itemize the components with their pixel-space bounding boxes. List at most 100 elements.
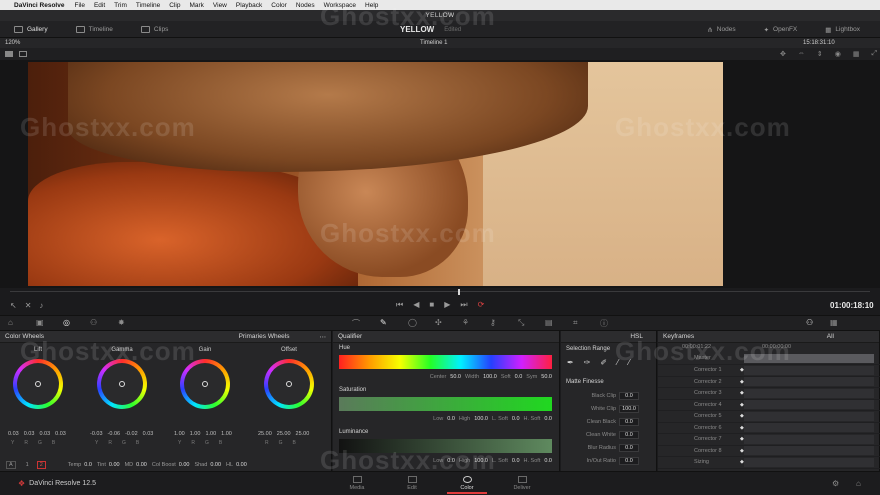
sat-low-value[interactable]: 0.0 xyxy=(447,416,455,422)
offset-b-value[interactable]: 25.00 xyxy=(296,431,310,437)
timeline-name[interactable]: Timeline 1 xyxy=(420,40,447,46)
keyframe-row-corrector-7[interactable]: Corrector 7 ◆ xyxy=(658,434,880,446)
sizing-icon[interactable]: ⤡ xyxy=(518,318,524,328)
gallery-button[interactable]: Gallery xyxy=(0,25,62,33)
menu-mark[interactable]: Mark xyxy=(189,2,203,9)
keyframe-row-corrector-1[interactable]: Corrector 1 ◆ xyxy=(658,365,880,377)
gain-r-value[interactable]: 1.00 xyxy=(190,431,201,437)
viewer-mode-icon[interactable] xyxy=(5,51,13,57)
black-clip-value[interactable]: 0.0 xyxy=(619,392,639,400)
offset-ring[interactable] xyxy=(264,359,314,409)
stop-icon[interactable]: ■ xyxy=(429,300,434,310)
lum-lsoft-value[interactable]: 0.0 xyxy=(512,458,520,464)
feather-plus-icon[interactable]: ⁄ xyxy=(628,358,629,367)
lift-b-value[interactable]: 0.03 xyxy=(55,431,66,437)
temp-value[interactable]: 0.0 xyxy=(84,462,92,468)
page-tab-color[interactable]: Color xyxy=(447,476,487,494)
hue-soft-value[interactable]: 0.0 xyxy=(515,374,523,380)
keyframe-track[interactable] xyxy=(744,411,874,421)
sat-hsoft-value[interactable]: 0.0 xyxy=(544,416,552,422)
clean-white-value[interactable]: 0.0 xyxy=(619,431,639,439)
lift-wheel[interactable]: Lift xyxy=(8,347,68,409)
sat-lsoft-value[interactable]: 0.0 xyxy=(512,416,520,422)
window-icon[interactable]: ◯ xyxy=(408,318,417,327)
gain-wheel[interactable]: Gain xyxy=(175,347,235,409)
menu-color[interactable]: Color xyxy=(271,2,287,9)
gamma-y-value[interactable]: -0.03 xyxy=(90,431,103,437)
tab-1[interactable]: 1 xyxy=(26,462,29,468)
qualifier-mode-select[interactable]: HSL xyxy=(630,333,643,340)
camera-raw-icon[interactable]: ⌂ xyxy=(8,318,13,327)
lift-ring[interactable] xyxy=(13,359,63,409)
saturation-bar[interactable] xyxy=(339,397,552,411)
tab-a[interactable]: A xyxy=(6,460,16,469)
info-icon[interactable]: ⓘ xyxy=(600,318,608,329)
gamma-r-value[interactable]: -0.06 xyxy=(108,431,121,437)
menu-help[interactable]: Help xyxy=(365,2,378,9)
scope-icon[interactable]: ⌗ xyxy=(573,318,578,328)
play-icon[interactable]: ▶ xyxy=(444,300,450,310)
gain-puck[interactable] xyxy=(202,381,208,387)
keyframe-track[interactable] xyxy=(744,400,874,410)
tint-value[interactable]: 0.00 xyxy=(109,462,120,468)
reverse-icon[interactable]: ◀ xyxy=(413,300,419,310)
hue-sym-value[interactable]: 50.0 xyxy=(541,374,552,380)
wheels-mode-select[interactable]: Primaries Wheels xyxy=(239,333,290,340)
hue-bar[interactable] xyxy=(339,355,552,369)
gain-g-value[interactable]: 1.00 xyxy=(205,431,216,437)
flip-icon[interactable]: ⇔ xyxy=(798,50,805,58)
hue-width-value[interactable]: 100.0 xyxy=(483,374,497,380)
fullscreen-icon[interactable]: ⤢ xyxy=(871,50,877,58)
page-tab-media[interactable]: Media xyxy=(337,476,377,491)
lum-hsoft-value[interactable]: 0.0 xyxy=(544,458,552,464)
gamma-g-value[interactable]: -0.02 xyxy=(125,431,138,437)
menu-clip[interactable]: Clip xyxy=(169,2,180,9)
gain-b-value[interactable]: 1.00 xyxy=(221,431,232,437)
luminance-bar[interactable] xyxy=(339,439,552,453)
loop-icon[interactable]: ⟳ xyxy=(478,300,485,310)
feather-minus-icon[interactable]: ⁄ xyxy=(617,358,618,367)
keyframes-filter-select[interactable]: All xyxy=(827,333,834,340)
shad-value[interactable]: 0.00 xyxy=(210,462,221,468)
keyframe-track[interactable] xyxy=(744,353,874,363)
openfx-button[interactable]: ✦ OpenFX xyxy=(750,26,812,34)
menu-timeline[interactable]: Timeline xyxy=(136,2,160,9)
scopes-icon[interactable]: ▦ xyxy=(830,318,838,327)
menu-nodes[interactable]: Nodes xyxy=(296,2,315,9)
in-out-ratio-value[interactable]: 0.0 xyxy=(619,457,639,465)
keyframes-icon[interactable]: ⚇ xyxy=(806,318,813,327)
picker-icon[interactable]: ✒ xyxy=(567,358,574,367)
lightbox-button[interactable]: ▦ Lightbox xyxy=(811,26,874,34)
zoom-level[interactable]: 120% xyxy=(5,40,20,46)
3d-icon[interactable]: ▤ xyxy=(545,318,553,327)
keyframe-row-sizing[interactable]: Sizing ◆ xyxy=(658,457,880,469)
clean-black-value[interactable]: 0.0 xyxy=(619,418,639,426)
menu-workspace[interactable]: Workspace xyxy=(324,2,356,9)
transform-icon[interactable]: ✥ xyxy=(780,50,786,58)
offset-puck[interactable] xyxy=(286,381,292,387)
menu-trim[interactable]: Trim xyxy=(114,2,127,9)
nodes-button[interactable]: ⋔ Nodes xyxy=(693,26,749,34)
hue-center-value[interactable]: 50.0 xyxy=(450,374,461,380)
home-icon[interactable]: ⌂ xyxy=(856,479,861,488)
jump-start-icon[interactable]: ⏮ xyxy=(396,300,403,310)
wheels-menu-icon[interactable]: ⋯ xyxy=(320,333,327,341)
keyframe-track[interactable] xyxy=(744,446,874,456)
gamma-ring[interactable] xyxy=(97,359,147,409)
keyframe-track[interactable] xyxy=(744,377,874,387)
flip-vertical-icon[interactable]: ⇕ xyxy=(817,50,823,58)
jump-end-icon[interactable]: ⏭ xyxy=(460,300,467,310)
key-icon[interactable]: ⚷ xyxy=(490,318,496,327)
gamma-wheel[interactable]: Gamma xyxy=(92,347,152,409)
gamma-b-value[interactable]: 0.03 xyxy=(143,431,154,437)
colboost-value[interactable]: 0.00 xyxy=(179,462,190,468)
curves-icon[interactable]: ⌒ xyxy=(352,318,360,329)
lift-y-value[interactable]: 0.03 xyxy=(8,431,19,437)
split-icon[interactable] xyxy=(19,51,27,57)
lift-puck[interactable] xyxy=(35,381,41,387)
gain-ring[interactable] xyxy=(180,359,230,409)
page-tab-edit[interactable]: Edit xyxy=(392,476,432,491)
keyframe-row-corrector-2[interactable]: Corrector 2 ◆ xyxy=(658,377,880,388)
cross-icon[interactable]: ✕ xyxy=(25,301,32,310)
keyframe-row-corrector-8[interactable]: Corrector 8 ◆ xyxy=(658,446,880,457)
